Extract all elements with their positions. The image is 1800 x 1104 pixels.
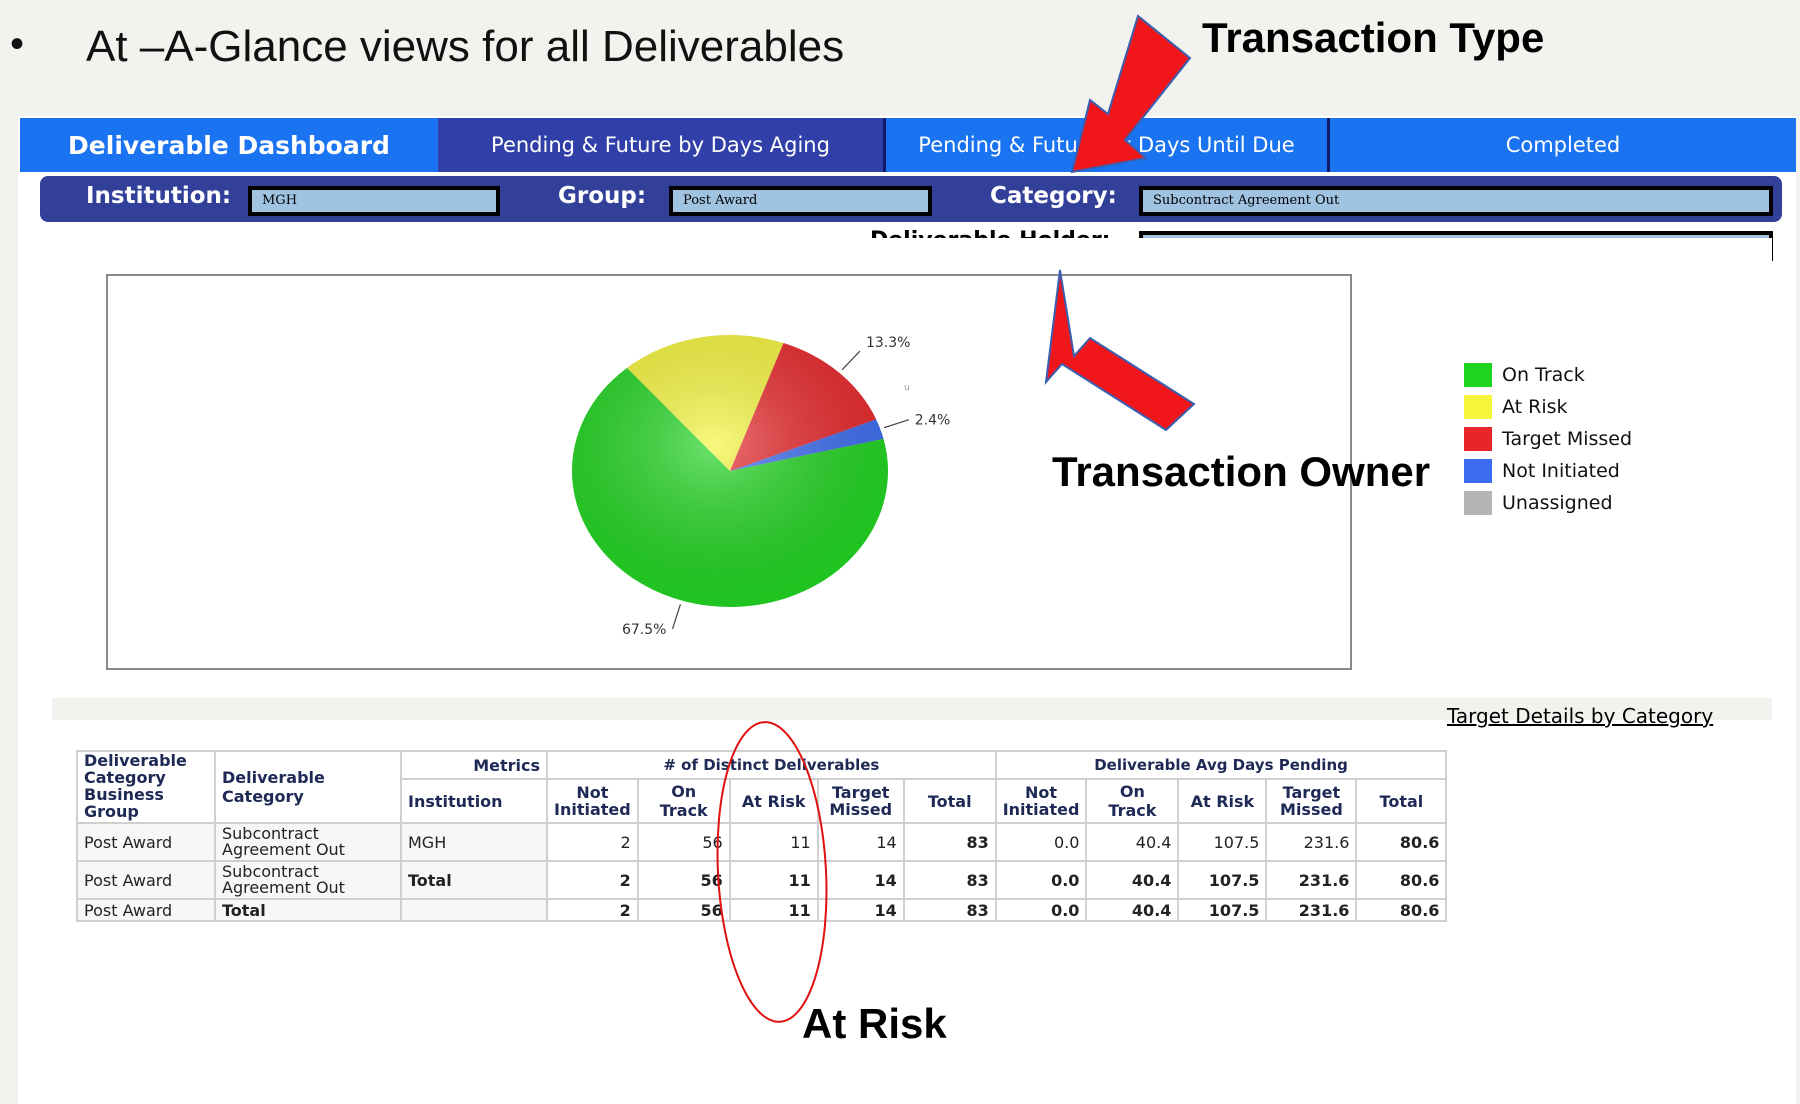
callout-at-risk: At Risk bbox=[802, 1000, 947, 1047]
at-risk-highlight-ellipse bbox=[716, 721, 828, 1023]
arrow-transaction-type bbox=[1070, 14, 1192, 174]
callout-transaction-type: Transaction Type bbox=[1202, 14, 1545, 61]
annotation-overlay bbox=[716, 14, 1196, 1023]
callout-transaction-owner: Transaction Owner bbox=[1052, 448, 1431, 495]
arrow-transaction-owner bbox=[1044, 269, 1196, 432]
